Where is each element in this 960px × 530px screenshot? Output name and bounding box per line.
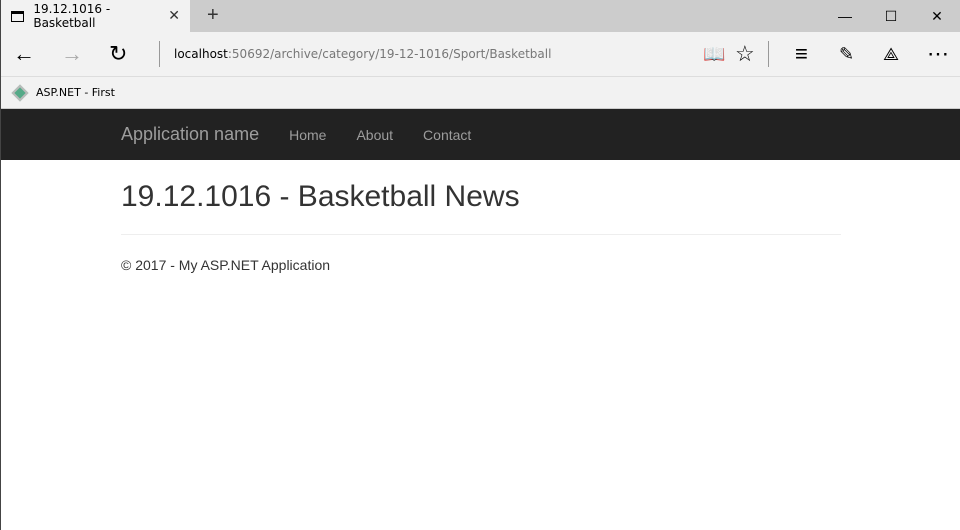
hub-icon[interactable]: ≡ [795, 42, 808, 66]
web-note-icon[interactable]: ✎ [839, 42, 854, 66]
tab-title: 19.12.1016 - Basketball [33, 2, 111, 30]
reading-view-icon[interactable]: 📖 [703, 42, 725, 66]
close-tab-icon[interactable]: ✕ [168, 8, 180, 24]
tab-bar: 19.12.1016 - Basketball ✕ + — ☐ ✕ [1, 0, 960, 32]
share-icon[interactable]: ⟁ [883, 42, 899, 66]
brand-link[interactable]: Application name [121, 124, 259, 145]
favorite-link[interactable]: ASP.NET - First [36, 86, 115, 99]
footer-text: © 2017 - My ASP.NET Application [121, 257, 331, 273]
nav-contact[interactable]: Contact [423, 127, 471, 143]
navbar: Application name Home About Contact [1, 109, 960, 160]
address-bar: ← → ↻ localhost:50692/archive/category/1… [1, 32, 960, 77]
page-icon [11, 10, 25, 22]
back-button[interactable]: ← [13, 42, 35, 66]
active-tab[interactable]: 19.12.1016 - Basketball ✕ [1, 0, 190, 32]
new-tab-button[interactable]: + [207, 4, 219, 27]
nav-about[interactable]: About [356, 127, 393, 143]
site-icon [11, 84, 29, 101]
maximize-button[interactable]: ☐ [868, 0, 914, 32]
nav-home[interactable]: Home [289, 127, 326, 143]
favorites-bar: ASP.NET - First [1, 77, 960, 109]
forward-button[interactable]: → [61, 42, 83, 66]
url-input[interactable]: localhost:50692/archive/category/19-12-1… [174, 47, 551, 61]
refresh-button[interactable]: ↻ [109, 42, 127, 66]
page-title: 19.12.1016 - Basketball News [121, 180, 841, 235]
favorite-star-icon[interactable]: ☆ [735, 42, 755, 66]
more-icon[interactable]: ⋯ [927, 42, 949, 66]
close-window-button[interactable]: ✕ [914, 0, 960, 32]
minimize-button[interactable]: — [822, 0, 868, 32]
